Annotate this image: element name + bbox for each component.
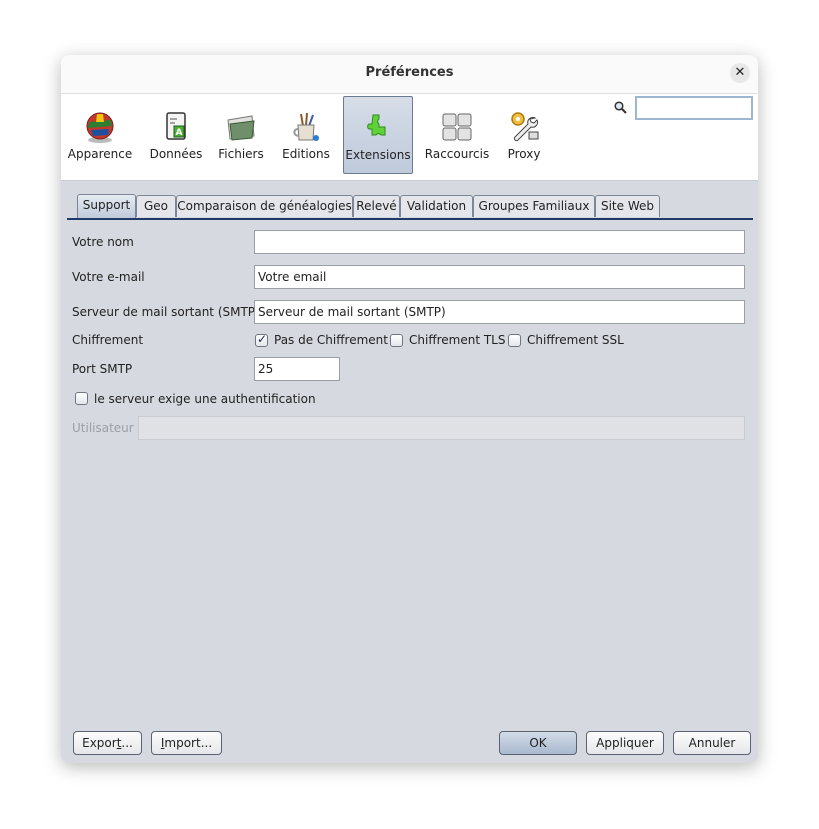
tls-checkbox[interactable] bbox=[390, 334, 403, 347]
no-encryption-checkbox[interactable] bbox=[255, 332, 268, 347]
tab-support[interactable]: Support bbox=[77, 194, 136, 218]
dialog-title: Préférences bbox=[365, 65, 454, 80]
tab-groupes-familiaux[interactable]: Groupes Familiaux bbox=[473, 195, 595, 217]
ok-button[interactable]: OK bbox=[499, 731, 577, 755]
import-label-post: mport... bbox=[164, 736, 213, 750]
toolbar-item-label: Données bbox=[149, 147, 203, 161]
user-label: Utilisateur bbox=[72, 421, 134, 435]
tab-site-web[interactable]: Site Web bbox=[595, 195, 660, 217]
tab-validation[interactable]: Validation bbox=[400, 195, 473, 217]
export-label-post: ... bbox=[121, 736, 133, 750]
keyboard-keys-icon bbox=[442, 113, 472, 141]
toolbar-item-donnees[interactable]: A Données bbox=[147, 96, 205, 174]
search-icon bbox=[614, 101, 627, 118]
tab-geo[interactable]: Geo bbox=[136, 195, 176, 217]
toolbar-item-label: Editions bbox=[282, 147, 330, 161]
auth-label: le serveur exige une authentification bbox=[94, 392, 316, 406]
paint-brushes-mug-icon bbox=[293, 112, 319, 141]
name-field[interactable] bbox=[254, 230, 745, 254]
category-toolbar: Apparence A Données Fichiers Editions Ex… bbox=[61, 94, 758, 181]
tab-comparaison[interactable]: Comparaison de généalogies bbox=[176, 195, 353, 217]
ssl-checkbox[interactable] bbox=[508, 334, 521, 347]
auth-checkbox[interactable] bbox=[75, 392, 88, 405]
globe-flags-icon bbox=[86, 112, 114, 143]
toolbar-item-apparence[interactable]: Apparence bbox=[65, 96, 135, 174]
toolbar-item-label: Raccourcis bbox=[424, 147, 490, 161]
toolbar-item-editions[interactable]: Editions bbox=[280, 96, 332, 174]
ssl-label: Chiffrement SSL bbox=[527, 333, 624, 347]
toolbar-item-proxy[interactable]: Proxy bbox=[501, 96, 547, 174]
export-label-pre: Expor bbox=[82, 736, 117, 750]
tab-releve[interactable]: Relevé bbox=[353, 195, 400, 217]
smtp-field[interactable] bbox=[254, 300, 745, 324]
email-label: Votre e-mail bbox=[72, 270, 145, 284]
toolbar-item-extensions[interactable]: Extensions bbox=[343, 96, 413, 174]
title-bar: Préférences ✕ bbox=[61, 55, 758, 94]
toolbar-item-label: Proxy bbox=[507, 147, 541, 161]
svg-text:A: A bbox=[176, 128, 183, 138]
encryption-label: Chiffrement bbox=[72, 333, 144, 347]
cancel-button[interactable]: Annuler bbox=[673, 731, 751, 755]
no-encryption-label: Pas de Chiffrement bbox=[274, 333, 388, 347]
toolbar-item-fichiers[interactable]: Fichiers bbox=[216, 96, 266, 174]
apply-button[interactable]: Appliquer bbox=[586, 731, 664, 755]
export-button[interactable]: Export... bbox=[73, 731, 142, 755]
document-a-icon: A bbox=[166, 112, 186, 140]
gear-wrench-icon bbox=[511, 112, 539, 142]
puzzle-piece-icon bbox=[367, 114, 386, 136]
smtp-label: Serveur de mail sortant (SMTP) bbox=[72, 305, 260, 319]
close-icon[interactable]: ✕ bbox=[730, 63, 750, 83]
folder-icon bbox=[227, 115, 255, 141]
preferences-dialog: Préférences ✕ Apparence A Données Fichie… bbox=[61, 55, 758, 763]
name-label: Votre nom bbox=[72, 235, 134, 249]
search-input[interactable] bbox=[635, 96, 753, 120]
user-field bbox=[138, 416, 745, 440]
toolbar-item-label: Apparence bbox=[67, 147, 133, 161]
toolbar-item-label: Extensions bbox=[345, 148, 411, 162]
tls-label: Chiffrement TLS bbox=[409, 333, 506, 347]
toolbar-item-raccourcis[interactable]: Raccourcis bbox=[424, 96, 490, 174]
toolbar-item-label: Fichiers bbox=[218, 147, 264, 161]
port-label: Port SMTP bbox=[72, 362, 133, 376]
email-field[interactable] bbox=[254, 265, 745, 289]
port-field[interactable] bbox=[254, 357, 340, 381]
import-button[interactable]: Import... bbox=[151, 731, 222, 755]
tab-divider bbox=[67, 218, 753, 220]
